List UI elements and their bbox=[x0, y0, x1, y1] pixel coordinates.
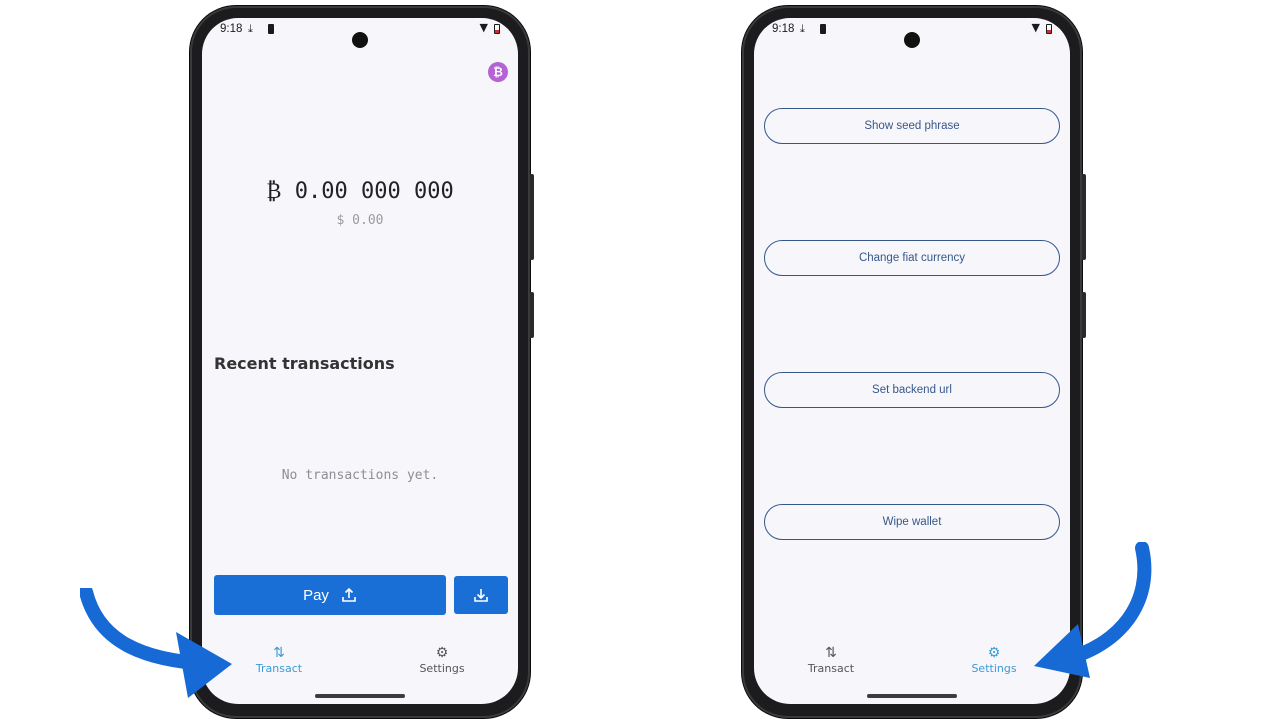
transact-icon: ⇅ bbox=[825, 645, 837, 661]
nav-item-settings[interactable]: ⚙ Settings bbox=[392, 644, 492, 675]
gear-icon: ⚙ bbox=[987, 645, 1001, 661]
nav-item-label: Transact bbox=[807, 662, 855, 675]
gear-icon: ⚙ bbox=[435, 645, 449, 661]
pay-button[interactable]: Pay bbox=[214, 575, 446, 615]
download-icon: ⤓ bbox=[800, 22, 805, 35]
bitcoin-network-icon[interactable]: ₿ bbox=[488, 62, 508, 82]
battery-saver-icon bbox=[268, 24, 274, 34]
home-indicator[interactable] bbox=[867, 694, 957, 698]
nav-item-label: Settings bbox=[971, 662, 1017, 675]
nav-item-label: Settings bbox=[419, 662, 465, 675]
fiat-balance: $ 0.00 bbox=[336, 213, 384, 228]
annotation-arrow-left bbox=[80, 588, 232, 698]
status-time: 9:18 bbox=[220, 23, 243, 35]
button-label: Set backend url bbox=[872, 384, 952, 396]
wifi-icon: ▼ bbox=[1031, 21, 1040, 34]
phone-frame-left: 9:18 ⤓ ▼ ₿ ₿ 0.00 000 000 $ 0.00 Recent … bbox=[190, 6, 534, 718]
nav-item-label: Transact bbox=[255, 662, 303, 675]
recent-transactions-title: Recent transactions bbox=[214, 354, 395, 373]
front-camera bbox=[904, 32, 920, 48]
change-fiat-currency-button[interactable]: Change fiat currency bbox=[764, 240, 1060, 276]
pay-button-label: Pay bbox=[303, 586, 329, 604]
battery-icon bbox=[494, 24, 500, 34]
nav-item-settings[interactable]: ⚙ Settings bbox=[944, 644, 1044, 675]
bottom-navigation: ⇅ Transact ⚙ Settings bbox=[754, 644, 1070, 684]
wifi-icon: ▼ bbox=[479, 21, 488, 34]
upload-icon bbox=[342, 587, 356, 602]
download-icon bbox=[474, 589, 488, 602]
nav-item-transact[interactable]: ⇅ Transact bbox=[781, 644, 881, 675]
settings-screen: 9:18 ⤓ ▼ Show seed phrase Change fiat cu… bbox=[754, 18, 1070, 704]
battery-saver-icon bbox=[820, 24, 826, 34]
receive-button[interactable] bbox=[454, 576, 508, 614]
bottom-navigation: ⇅ Transact ⚙ Settings bbox=[202, 644, 518, 684]
transact-icon: ⇅ bbox=[273, 645, 285, 661]
power-button bbox=[530, 174, 534, 260]
volume-button bbox=[530, 292, 534, 338]
set-backend-url-button[interactable]: Set backend url bbox=[764, 372, 1060, 408]
button-label: Show seed phrase bbox=[864, 120, 960, 132]
annotation-arrow-right bbox=[1034, 542, 1152, 678]
wipe-wallet-button[interactable]: Wipe wallet bbox=[764, 504, 1060, 540]
show-seed-phrase-button[interactable]: Show seed phrase bbox=[764, 108, 1060, 144]
button-label: Wipe wallet bbox=[882, 516, 942, 528]
home-indicator[interactable] bbox=[315, 694, 405, 698]
button-label: Change fiat currency bbox=[858, 252, 966, 264]
volume-button bbox=[1082, 292, 1086, 338]
front-camera bbox=[352, 32, 368, 48]
download-icon: ⤓ bbox=[248, 22, 253, 35]
battery-icon bbox=[1046, 24, 1052, 34]
power-button bbox=[1082, 174, 1086, 260]
nav-item-transact[interactable]: ⇅ Transact bbox=[229, 644, 329, 675]
status-time: 9:18 bbox=[772, 23, 795, 35]
empty-transactions-text: No transactions yet. bbox=[281, 468, 439, 483]
transact-screen: 9:18 ⤓ ▼ ₿ ₿ 0.00 000 000 $ 0.00 Recent … bbox=[202, 18, 518, 704]
btc-balance: ₿ 0.00 000 000 bbox=[266, 179, 454, 204]
